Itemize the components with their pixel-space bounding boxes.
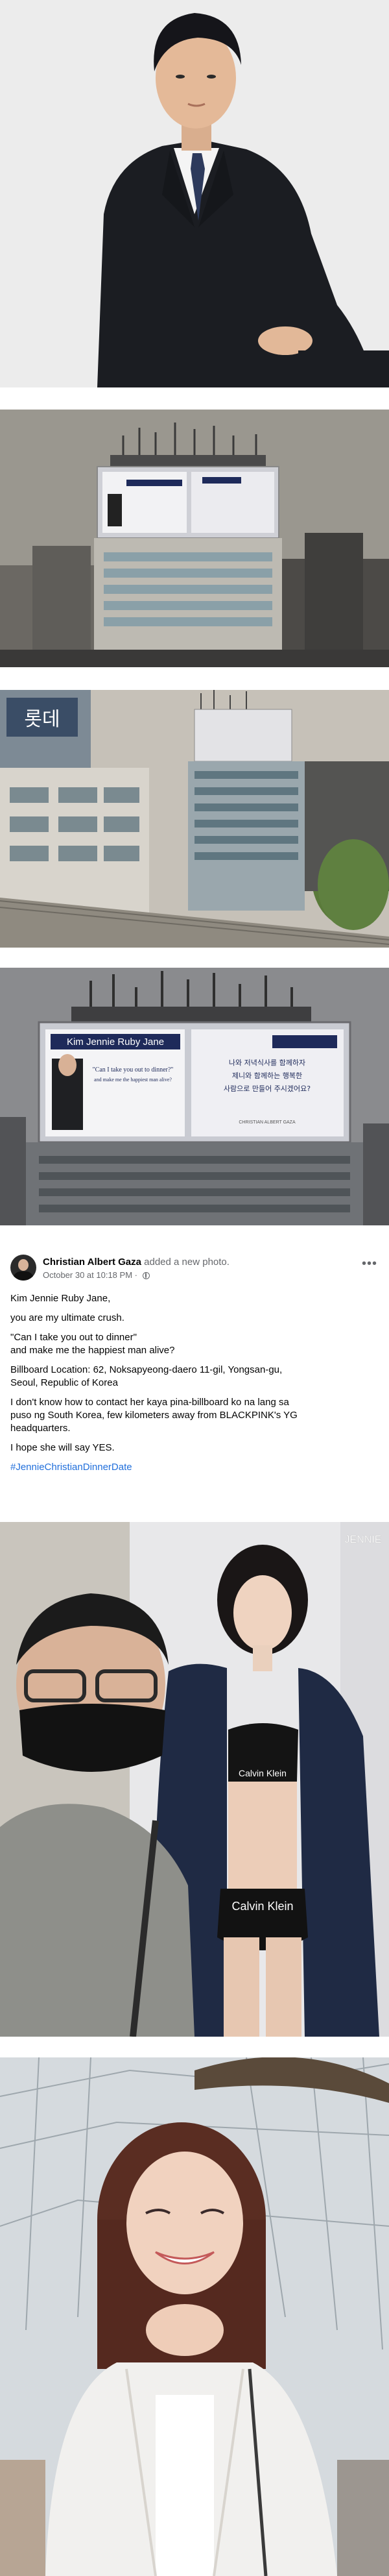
more-options-icon[interactable]: ••• bbox=[362, 1257, 377, 1271]
portrait-illustration bbox=[0, 0, 389, 387]
billboard-right-line1: 나와 저녁식사를 함께하자 bbox=[229, 1058, 305, 1067]
divider bbox=[0, 948, 389, 968]
billboard-closeup: Kim Jennie Ruby Jane "Can I take you out… bbox=[0, 968, 389, 1225]
billboard-right-line2: 제니와 함께하는 행복한 bbox=[232, 1071, 302, 1080]
post-text: Kim Jennie Ruby Jane, you are my ultimat… bbox=[10, 1292, 379, 1480]
billboard-scene-1 bbox=[0, 410, 389, 667]
billboard-photo-3[interactable]: Kim Jennie Ruby Jane "Can I take you out… bbox=[0, 968, 389, 1225]
author-avatar[interactable] bbox=[10, 1255, 36, 1281]
divider bbox=[0, 387, 389, 410]
billboard-scene-2: 롯데 bbox=[0, 690, 389, 948]
billboard-photo-1[interactable] bbox=[0, 410, 389, 667]
post-line: Seoul, Republic of Korea bbox=[10, 1377, 118, 1388]
billboard-left-quote: "Can I take you out to dinner?" bbox=[93, 1066, 174, 1073]
post-line: puso ng South Korea, few kilometers away… bbox=[10, 1410, 298, 1421]
storefront-sign: 롯데 bbox=[24, 708, 60, 731]
hashtag-link[interactable]: #JennieChristianDinnerDate bbox=[10, 1462, 132, 1473]
billboard-left-quote2: and make me the happiest man alive? bbox=[94, 1077, 172, 1083]
bra-brand: Calvin Klein bbox=[239, 1768, 287, 1778]
billboard-left-title: Kim Jennie Ruby Jane bbox=[67, 1037, 164, 1048]
briefs-brand: Calvin Klein bbox=[231, 1900, 293, 1913]
post-line: Billboard Location: 62, Noksapyeong-daer… bbox=[10, 1364, 283, 1375]
divider bbox=[0, 2037, 389, 2057]
post-line: I don't know how to contact her kaya pin… bbox=[10, 1397, 289, 1408]
divider bbox=[0, 667, 389, 690]
author-line: Christian Albert Gaza added a new photo. bbox=[43, 1257, 230, 1268]
billboard-right-line3: 사람으로 만들어 주시겠어요? bbox=[224, 1085, 311, 1093]
poster-watermark: JENNIE bbox=[345, 1534, 382, 1545]
post-meta: October 30 at 10:18 PM · bbox=[43, 1270, 150, 1280]
post-line: and make me the happiest man alive? bbox=[10, 1345, 175, 1356]
post-line: "Can I take you out to dinner" bbox=[10, 1332, 137, 1343]
separator-dot: · bbox=[134, 1270, 140, 1280]
post-paragraph: I don't know how to contact her kaya pin… bbox=[10, 1396, 379, 1435]
post-action: added a new photo. bbox=[144, 1257, 230, 1268]
billboard-signature: CHRISTIAN ALBERT GAZA bbox=[239, 1120, 296, 1125]
post-timestamp[interactable]: October 30 at 10:18 PM bbox=[43, 1270, 132, 1280]
post-line: headquarters. bbox=[10, 1423, 71, 1434]
avatar-face bbox=[18, 1259, 29, 1271]
post-paragraph: Billboard Location: 62, Noksapyeong-daer… bbox=[10, 1364, 379, 1390]
portrait-photo[interactable] bbox=[0, 0, 389, 387]
author-name[interactable]: Christian Albert Gaza bbox=[43, 1257, 141, 1268]
globe-icon bbox=[142, 1272, 150, 1279]
facebook-post: Christian Albert Gaza added a new photo.… bbox=[0, 1244, 389, 1516]
post-paragraph: I hope she will say YES. bbox=[10, 1442, 115, 1453]
post-paragraph: #JennieChristianDinnerDate bbox=[10, 1461, 379, 1474]
billboard-photo-2[interactable]: 롯데 bbox=[0, 690, 389, 948]
jennie-scene bbox=[0, 2057, 389, 2576]
jennie-photo[interactable] bbox=[0, 2057, 389, 2576]
selfie-scene: JENNIE Calvin Klein Calvin Klein bbox=[0, 1522, 389, 2037]
avatar-suit bbox=[13, 1271, 34, 1281]
post-paragraph: "Can I take you out to dinner" and make … bbox=[10, 1331, 379, 1357]
selfie-photo[interactable]: JENNIE Calvin Klein Calvin Klein bbox=[0, 1522, 389, 2037]
post-paragraph: Kim Jennie Ruby Jane, bbox=[10, 1293, 111, 1304]
post-paragraph: you are my ultimate crush. bbox=[10, 1312, 124, 1323]
